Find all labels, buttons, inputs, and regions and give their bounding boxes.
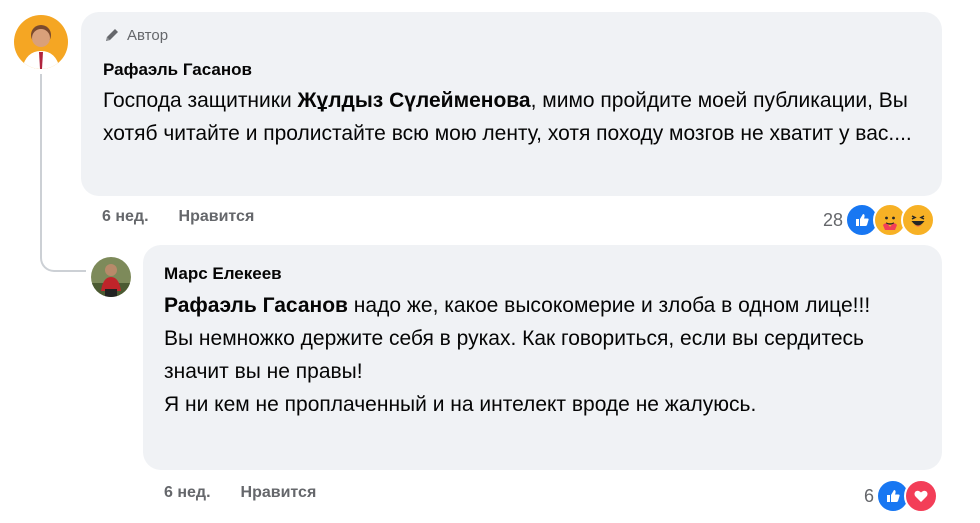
mentioned-name[interactable]: Рафаэль Гасанов — [164, 294, 348, 317]
pencil-icon — [106, 29, 118, 41]
avatar-rafael[interactable] — [14, 15, 68, 69]
comment-meta-2: 6 нед. Нравится — [164, 484, 316, 502]
thread-connector — [40, 74, 86, 272]
like-button[interactable]: Нравится — [241, 484, 317, 502]
love-icon — [904, 479, 939, 513]
comment-text-pre: Господа защитники — [103, 89, 298, 112]
comment-author-name[interactable]: Марс Елекеев — [164, 264, 282, 284]
timestamp-link[interactable]: 6 нед. — [164, 484, 211, 502]
author-badge-label: Автор — [127, 26, 169, 44]
comment-line-1: Рафаэль Гасанов надо же, какое высокомер… — [164, 289, 924, 322]
timestamp-link[interactable]: 6 нед. — [102, 208, 149, 226]
reaction-summary-2[interactable]: 6 — [864, 479, 939, 513]
comment-line-1-text: надо же, какое высокомерие и злоба в одн… — [347, 294, 871, 317]
reaction-summary-1[interactable]: 28 — [823, 203, 936, 237]
avatar-mars-image — [91, 257, 131, 297]
haha-icon — [901, 203, 936, 237]
comment-bubble-1: Автор Рафаэль Гасанов Господа защитники … — [81, 12, 942, 196]
comment-meta-1: 6 нед. Нравится — [102, 208, 254, 226]
comment-bubble-2: Марс Елекеев Рафаэль Гасанов надо же, ка… — [143, 245, 942, 470]
avatar-rafael-image — [14, 15, 68, 69]
reaction-count: 6 — [864, 485, 875, 506]
author-badge: Автор — [103, 26, 168, 44]
like-button[interactable]: Нравится — [179, 208, 255, 226]
comment-author-name[interactable]: Рафаэль Гасанов — [103, 60, 252, 80]
comment-text: Господа защитники Жұлдыз Сүлейменова, ми… — [103, 84, 923, 150]
comment-text: Рафаэль Гасанов надо же, какое высокомер… — [164, 289, 924, 421]
comment-line-3: Я ни кем не проплаченный и на интелект в… — [164, 393, 757, 416]
avatar-mars[interactable] — [91, 257, 131, 297]
reaction-count: 28 — [823, 209, 844, 230]
mentioned-name[interactable]: Жұлдыз Сүлейменова — [298, 89, 531, 112]
comment-line-2: Вы немножко держите себя в руках. Как го… — [164, 327, 864, 383]
